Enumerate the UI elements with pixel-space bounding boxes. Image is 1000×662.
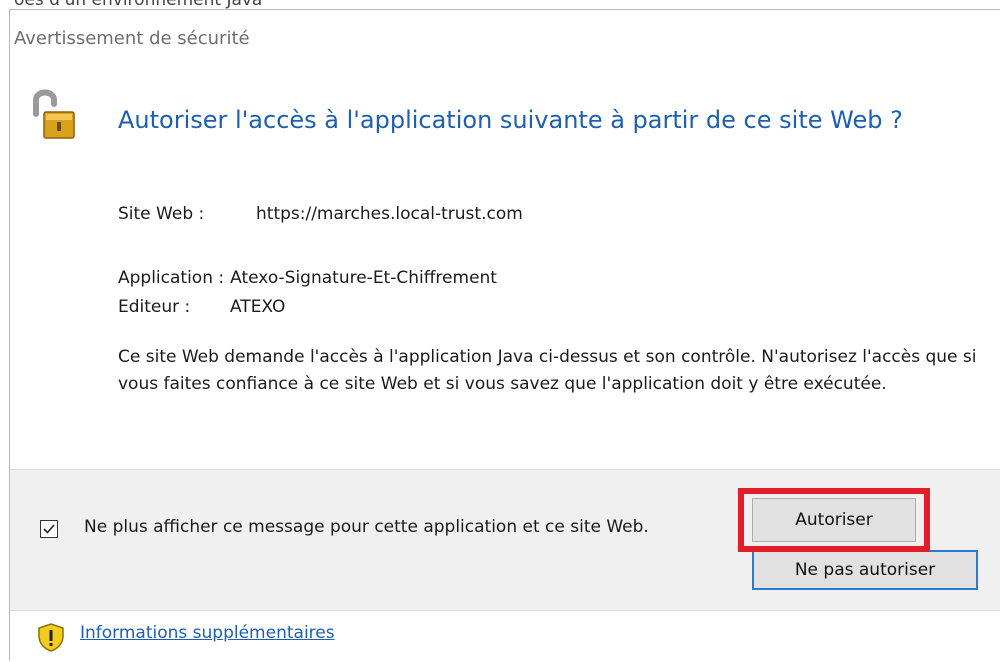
publisher-row: Editeur : ATEXO	[118, 297, 285, 317]
publisher-label: Editeur :	[118, 297, 191, 317]
website-label: Site Web :	[118, 204, 205, 224]
dialog-description: Ce site Web demande l'accès à l'applicat…	[118, 347, 977, 394]
website-value: https://marches.local-trust.com	[256, 204, 523, 224]
publisher-value: ATEXO	[230, 297, 286, 317]
deny-button[interactable]: Ne pas autoriser	[752, 550, 978, 590]
check-icon	[43, 524, 55, 534]
dialog-footer: Ne plus afficher ce message pour cette a…	[10, 469, 1000, 611]
more-info-row: Informations supplémentaires	[10, 610, 1000, 662]
remember-checkbox-label[interactable]: Ne plus afficher ce message pour cette a…	[84, 514, 684, 541]
security-warning-dialog: Avertissement de sécurité Autoriser l'ac…	[9, 9, 1000, 661]
more-info-link[interactable]: Informations supplémentaires	[80, 623, 335, 643]
dialog-heading: Autoriser l'accès à l'application suivan…	[118, 106, 903, 134]
lock-open-icon	[26, 84, 76, 140]
dialog-title: Avertissement de sécurité	[14, 28, 250, 49]
application-label: Application :	[118, 268, 225, 288]
website-row: Site Web : https://marches.local-trust.co…	[118, 204, 523, 224]
application-row: Application : Atexo-Signature-Et-Chiffrem…	[118, 268, 497, 288]
application-value: Atexo-Signature-Et-Chiffrement	[230, 268, 497, 288]
remember-checkbox[interactable]	[40, 520, 58, 538]
shield-warning-icon	[36, 622, 66, 652]
allow-button[interactable]: Autoriser	[752, 498, 916, 542]
